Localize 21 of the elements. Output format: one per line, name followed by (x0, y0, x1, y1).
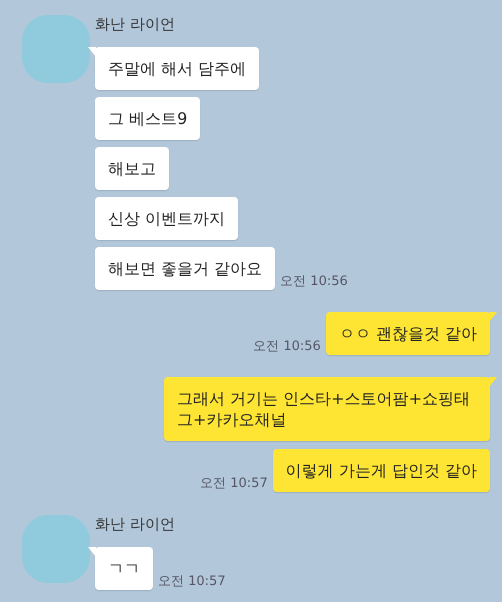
bubble-tail-icon (489, 377, 497, 387)
message-time: 오전 10:57 (158, 573, 226, 590)
avatar[interactable] (22, 515, 90, 583)
bubble-tail-icon (88, 547, 96, 557)
sender-name: 화난 라이언 (95, 514, 176, 534)
message-bubble: 주말에 해서 담주에 (95, 47, 260, 90)
message-bubble: 이렇게 가는게 답인것 같아 (272, 449, 490, 492)
message-bubble: 해보면 좋을거 같아요 (95, 247, 276, 290)
message-bubble: 그 베스트9 (95, 97, 200, 140)
message-time: 오전 10:56 (280, 273, 348, 290)
sender-name: 화난 라이언 (95, 14, 176, 34)
message-bubble: ㄱㄱ (95, 547, 153, 590)
message-time: 오전 10:57 (200, 475, 268, 492)
bubble-tail-icon (88, 47, 96, 57)
message-bubble: 신상 이벤트까지 (95, 197, 238, 240)
message-bubble: ㅇㅇ 괜찮을것 같아 (326, 312, 490, 355)
avatar[interactable] (22, 15, 90, 83)
bubble-tail-icon (489, 312, 497, 322)
message-bubble: 해보고 (95, 147, 169, 190)
message-bubble: 그래서 거기는 인스타+스토어팜+쇼핑태그+카카오채널 (164, 377, 490, 441)
message-time: 오전 10:56 (253, 338, 321, 355)
